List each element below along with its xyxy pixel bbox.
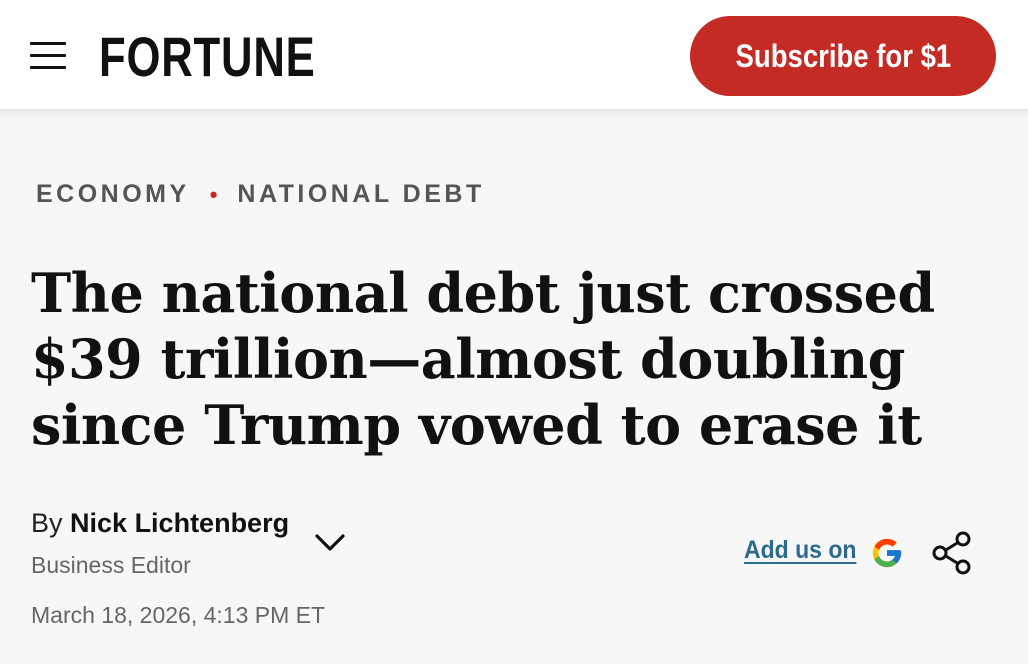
article-headline: The national debt just crossed $39 trill… (31, 261, 935, 457)
breadcrumb-economy[interactable]: ECONOMY (36, 180, 190, 209)
fortune-logo[interactable]: FORTUNE (99, 27, 316, 87)
breadcrumb: ECONOMY • NATIONAL DEBT (36, 180, 485, 209)
hamburger-menu-icon[interactable] (30, 40, 66, 70)
byline-prefix: By (31, 508, 63, 538)
chevron-down-icon[interactable] (313, 530, 347, 554)
publish-date: March 18, 2026, 4:13 PM ET (31, 602, 326, 628)
share-icon[interactable] (930, 530, 974, 576)
add-us-on-google-link[interactable]: Add us on (744, 536, 856, 565)
breadcrumb-national-debt[interactable]: NATIONAL DEBT (237, 180, 484, 209)
author-name-link[interactable]: Nick Lichtenberg (70, 508, 289, 538)
subscribe-button-label: Subscribe for $1 (735, 37, 951, 74)
google-g-icon[interactable] (870, 536, 904, 570)
author-role: Business Editor (31, 552, 191, 578)
site-header: FORTUNE Subscribe for $1 (0, 0, 1028, 111)
byline: By Nick Lichtenberg (31, 508, 289, 539)
header-shadow (0, 111, 1028, 121)
subscribe-button[interactable]: Subscribe for $1 (690, 16, 996, 96)
breadcrumb-separator: • (209, 181, 218, 207)
